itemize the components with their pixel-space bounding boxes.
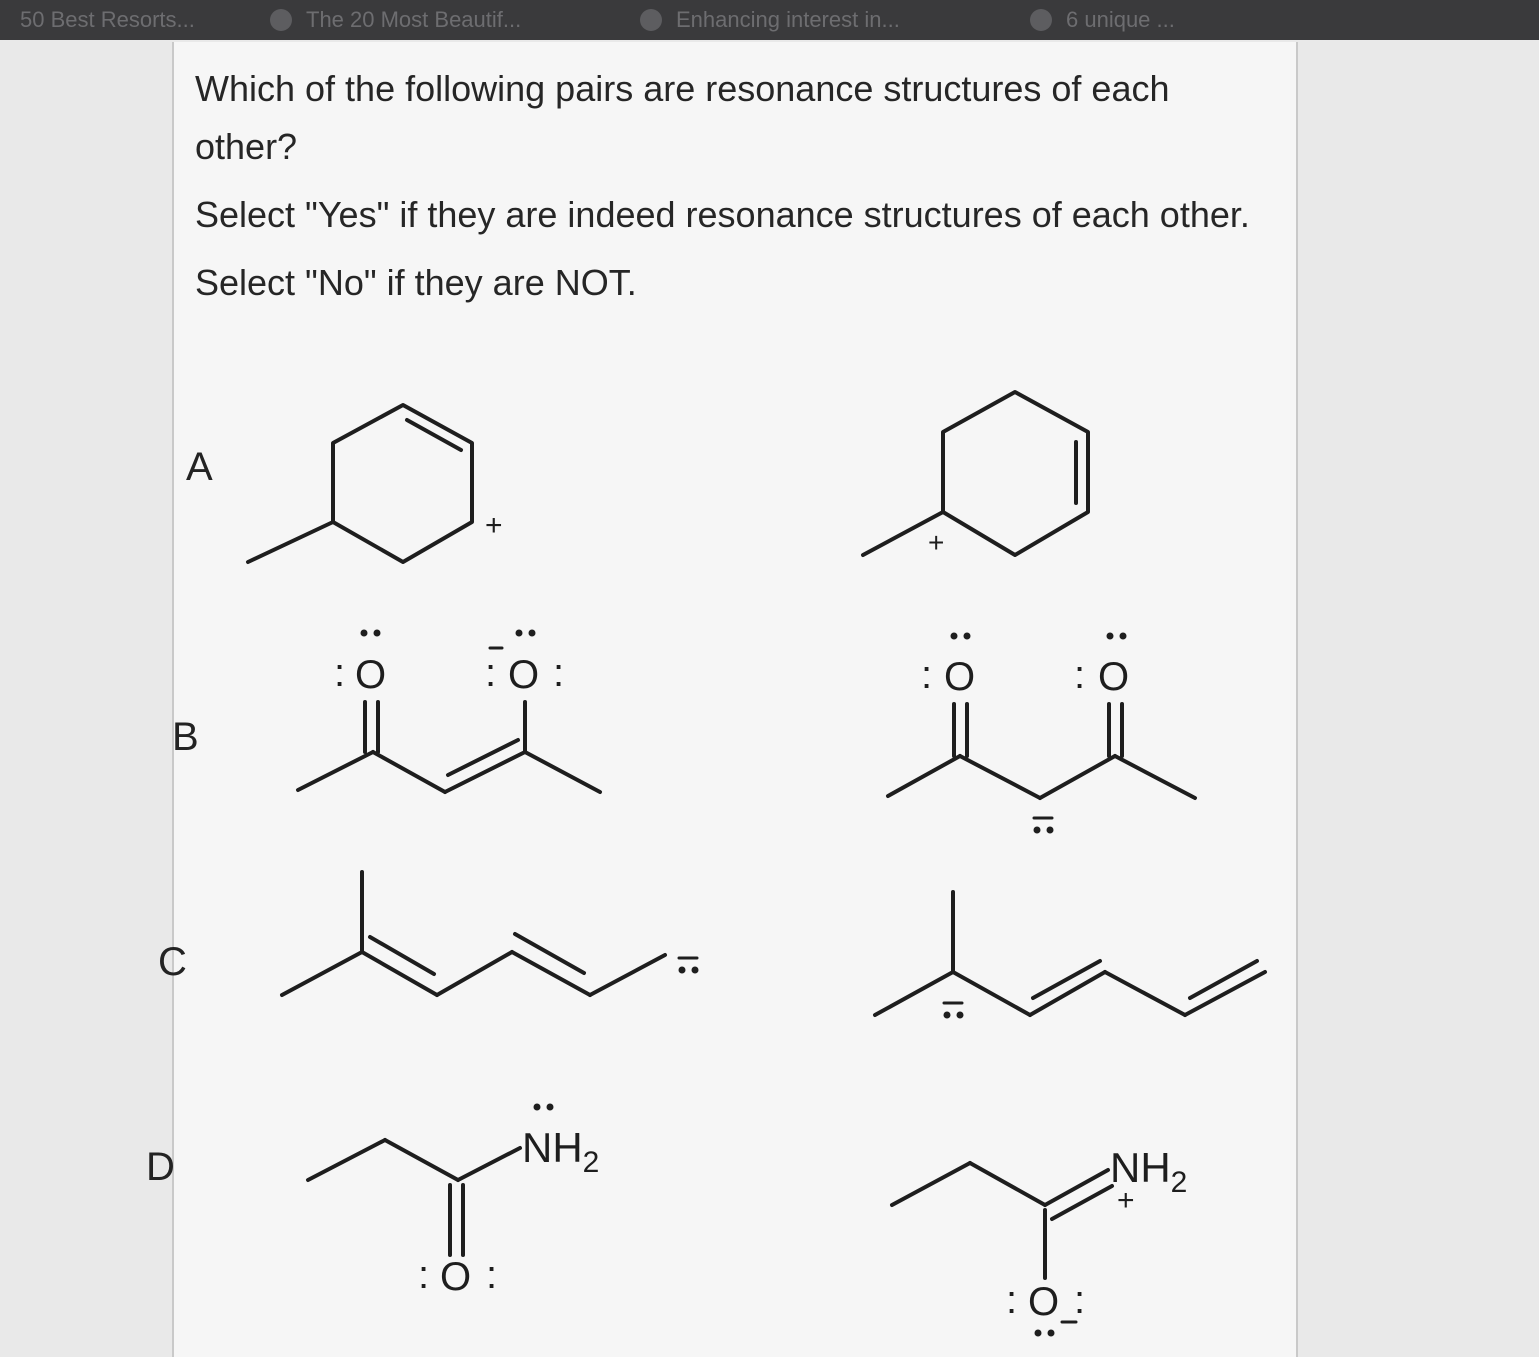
bond bbox=[1038, 754, 1117, 800]
bond bbox=[1050, 1184, 1114, 1221]
bond bbox=[513, 932, 586, 975]
structures-drawing: + + O : O : : O : O: NH2 O:: NH2 + O … bbox=[246, 390, 1267, 1337]
structure-d-right: NH2 + O : : bbox=[890, 1144, 1187, 1337]
bond bbox=[588, 953, 667, 997]
bond bbox=[1103, 970, 1187, 1017]
lone-pair: : bbox=[334, 651, 345, 695]
lone-pair: : bbox=[418, 1253, 429, 1297]
bond bbox=[435, 950, 514, 997]
bond bbox=[873, 970, 955, 1017]
bond bbox=[405, 418, 463, 452]
bond bbox=[280, 950, 364, 997]
lone-pair: : bbox=[486, 1253, 497, 1297]
bond bbox=[958, 754, 1042, 800]
lone-pair: : bbox=[921, 653, 932, 697]
bond bbox=[368, 935, 436, 976]
bond bbox=[456, 1146, 522, 1182]
oxygen-atom: O bbox=[944, 655, 975, 699]
structure-b-left: O : O : : bbox=[296, 629, 602, 794]
lone-pair-dot bbox=[528, 629, 536, 637]
lone-pair-dot bbox=[1047, 1329, 1055, 1337]
lone-pair-dot bbox=[360, 629, 368, 637]
bond bbox=[296, 750, 375, 792]
bond bbox=[890, 1161, 972, 1207]
lone-pair: : bbox=[1074, 1278, 1085, 1322]
bond bbox=[360, 950, 439, 997]
bond bbox=[523, 750, 602, 794]
plus-sign: + bbox=[928, 527, 944, 558]
lone-pair-dot bbox=[1033, 826, 1041, 834]
amine-group: NH2 bbox=[522, 1124, 599, 1179]
lone-pair-dot bbox=[1119, 632, 1127, 640]
lone-pair-dot bbox=[943, 1011, 951, 1019]
lone-pair-dot bbox=[515, 629, 523, 637]
bond bbox=[371, 750, 447, 794]
lone-pair-dot bbox=[950, 632, 958, 640]
bond bbox=[446, 738, 520, 777]
lone-pair-dot bbox=[963, 632, 971, 640]
lone-pair: : bbox=[1074, 653, 1085, 697]
bond bbox=[331, 403, 474, 564]
bond bbox=[951, 970, 1032, 1017]
lone-pair-dot bbox=[1034, 1329, 1042, 1337]
structure-b-right: O : O : bbox=[886, 632, 1197, 834]
bond bbox=[1113, 754, 1197, 800]
bond bbox=[510, 950, 592, 997]
lone-pair: : bbox=[553, 651, 564, 695]
structure-a-right: + bbox=[861, 390, 1090, 558]
lone-pair: : bbox=[1006, 1278, 1017, 1322]
plus-sign: + bbox=[485, 509, 503, 542]
oxygen-atom: O bbox=[1028, 1280, 1059, 1324]
structure-c-left bbox=[280, 870, 699, 997]
lone-pair-dot bbox=[533, 1103, 541, 1111]
oxygen-atom: O bbox=[508, 653, 539, 697]
oxygen-atom: O bbox=[1098, 655, 1129, 699]
lone-pair-dot bbox=[691, 966, 699, 974]
lone-pair-dot bbox=[1046, 826, 1054, 834]
lone-pair-dot bbox=[373, 629, 381, 637]
lone-pair-dot bbox=[1106, 632, 1114, 640]
bond bbox=[383, 1138, 460, 1182]
oxygen-atom: O bbox=[440, 1255, 471, 1299]
lone-pair-dot bbox=[546, 1103, 554, 1111]
bond bbox=[968, 1161, 1047, 1207]
bond bbox=[246, 520, 335, 564]
bond bbox=[941, 390, 1090, 557]
lone-pair-dot bbox=[678, 966, 686, 974]
oxygen-atom: O bbox=[355, 653, 386, 697]
structure-d-left: NH2 O : : bbox=[306, 1103, 599, 1299]
bond bbox=[1043, 1168, 1110, 1207]
structure-a-left: + bbox=[246, 403, 503, 564]
bond bbox=[886, 754, 962, 798]
structure-c-right bbox=[873, 890, 1267, 1019]
plus-sign: + bbox=[1117, 1184, 1135, 1217]
bond bbox=[306, 1138, 387, 1182]
lone-pair: : bbox=[485, 651, 496, 695]
lone-pair-dot bbox=[956, 1011, 964, 1019]
